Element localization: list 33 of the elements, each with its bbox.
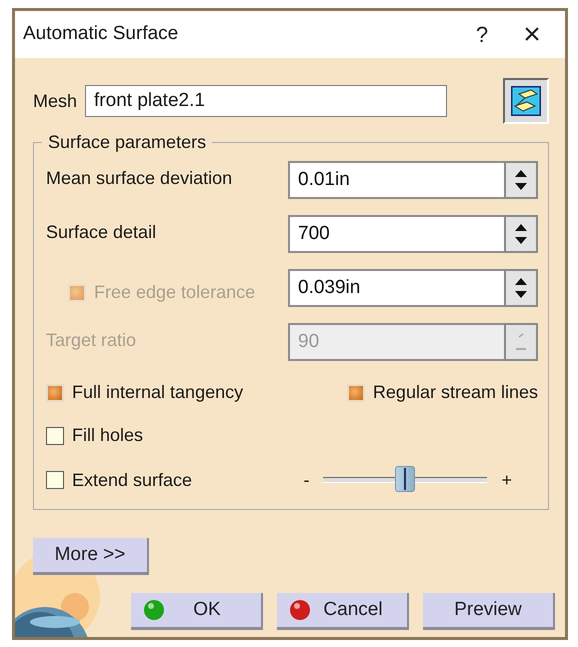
checkbox-label: Regular stream lines	[372, 381, 538, 404]
field-label: Free edge tolerance	[94, 281, 256, 304]
close-button[interactable]: ×	[507, 12, 557, 57]
field-label: Surface detail	[46, 221, 156, 244]
field-label: Target ratio	[46, 329, 136, 352]
slider-min-label: -	[303, 468, 310, 492]
status-dot-icon	[143, 599, 165, 621]
window-title: Automatic Surface	[23, 22, 180, 46]
spin-buttons[interactable]	[504, 269, 538, 307]
slider-thumb[interactable]	[395, 466, 416, 492]
spin-field[interactable]: 0.01in	[288, 161, 504, 199]
spin-buttons[interactable]	[504, 161, 538, 199]
spin-field[interactable]: 700	[288, 215, 504, 253]
more-button[interactable]: More >>	[33, 538, 149, 575]
select-mesh-button[interactable]	[503, 78, 549, 124]
slider-max-label: +	[501, 468, 512, 492]
mesh-field[interactable]: front plate2.1	[85, 85, 448, 117]
checkbox-label: Full internal tangency	[72, 381, 244, 404]
spin-buttons[interactable]	[504, 215, 538, 253]
checkbox[interactable]	[46, 471, 64, 489]
surface-icon	[511, 86, 541, 116]
dialog-button[interactable]: Cancel	[277, 593, 409, 630]
mesh-label: Mesh	[33, 90, 78, 112]
checkbox[interactable]	[46, 426, 64, 444]
help-button[interactable]: ?	[457, 18, 507, 51]
spin-field[interactable]: 0.039in	[288, 269, 504, 307]
dialog-button[interactable]: OK	[131, 593, 263, 630]
checkbox-label: Fill holes	[72, 424, 144, 447]
field-label: Mean surface deviation	[46, 167, 232, 190]
status-dot-icon	[289, 599, 311, 621]
checkbox-label: Extend surface	[72, 468, 192, 492]
spin-field: 90	[288, 323, 504, 361]
dialog-button[interactable]: Preview	[423, 593, 555, 630]
